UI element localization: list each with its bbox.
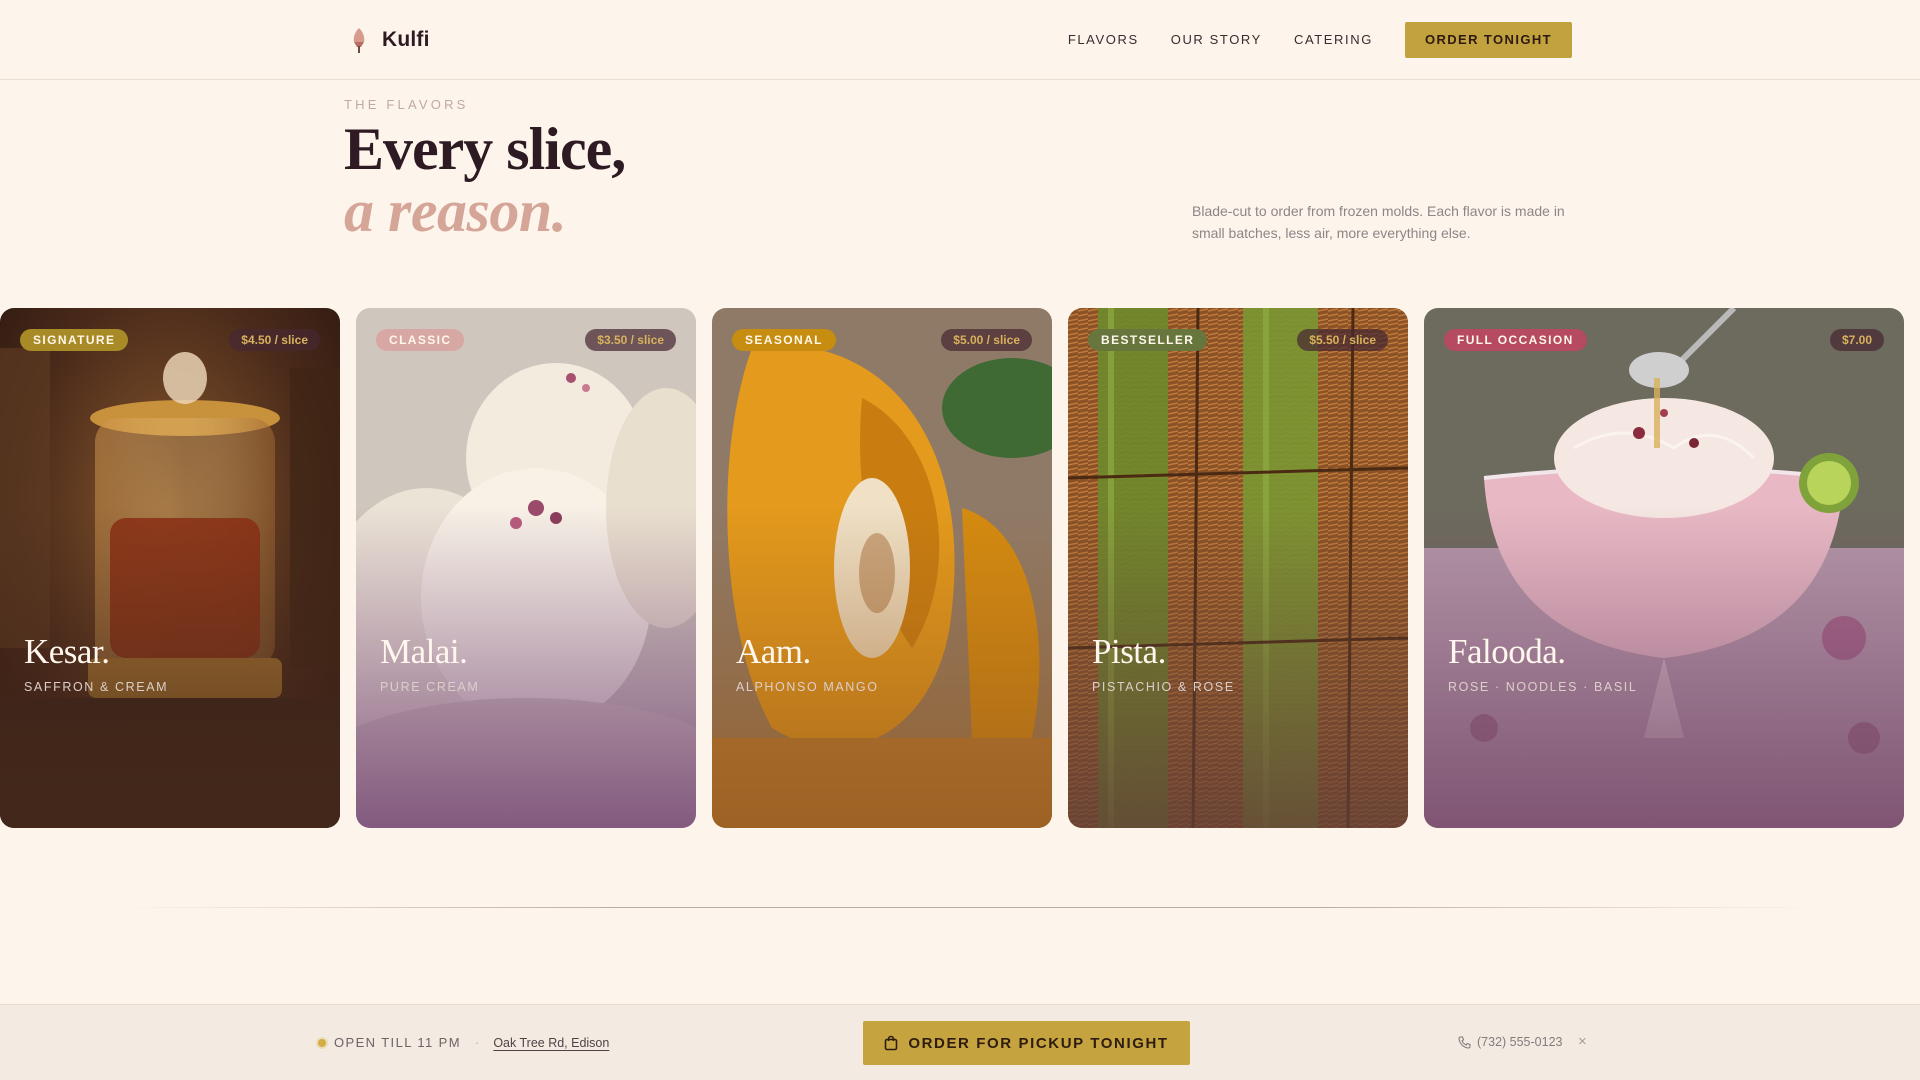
nav-our-story[interactable]: OUR STORY — [1171, 22, 1262, 58]
page-title: Every slice, a reason. — [344, 116, 626, 244]
main-nav: FLAVORS OUR STORY CATERING ORDER TONIGHT — [1068, 22, 1572, 58]
sticky-order-bar: OPEN TILL 11 PM · Oak Tree Rd, Edison OR… — [0, 1004, 1920, 1080]
flavor-subtitle: SAFFRON & CREAM — [24, 680, 169, 694]
headline-line-1: Every slice, — [344, 116, 626, 182]
price-badge: $7.00 — [1829, 329, 1884, 351]
phone-icon — [1458, 1035, 1471, 1049]
price-badge: $5.50 / slice — [1297, 329, 1388, 351]
section-eyebrow: THE FLAVORS — [344, 97, 469, 112]
flavor-card-kesar[interactable]: SIGNATURE $4.50 / slice Kesar. SAFFRON &… — [0, 308, 340, 828]
separator: · — [474, 1035, 480, 1050]
flavor-subtitle: PURE CREAM — [380, 680, 480, 694]
headline-line-2: a reason. — [344, 178, 567, 244]
flavor-title: Kesar. — [24, 632, 110, 671]
flavor-subtitle: ROSE · NOODLES · BASIL — [1448, 680, 1638, 694]
price-badge: $4.50 / slice — [229, 329, 320, 351]
order-pickup-label: ORDER FOR PICKUP TONIGHT — [908, 1034, 1169, 1052]
flavor-card-aam[interactable]: SEASONAL $5.00 / slice Aam. ALPHONSO MAN… — [712, 308, 1052, 828]
tag-full-occasion: FULL OCCASION — [1444, 329, 1587, 351]
flavor-title: Pista. — [1092, 632, 1166, 671]
kulfi-logo-icon — [353, 28, 365, 53]
phone-number: (732) 555-0123 — [1477, 1035, 1563, 1049]
flavor-title: Malai. — [380, 632, 468, 671]
price-badge: $3.50 / slice — [585, 329, 676, 351]
site-header: Kulfi FLAVORS OUR STORY CATERING ORDER T… — [0, 0, 1920, 80]
price-badge: $5.00 / slice — [941, 329, 1032, 351]
store-status: OPEN TILL 11 PM · Oak Tree Rd, Edison — [318, 1035, 609, 1050]
close-icon[interactable]: × — [1578, 1033, 1587, 1050]
tag-classic: CLASSIC — [376, 329, 465, 351]
nav-flavors[interactable]: FLAVORS — [1068, 22, 1139, 58]
tag-seasonal: SEASONAL — [732, 329, 836, 351]
open-status-dot-icon — [318, 1038, 326, 1047]
flavor-card-pista[interactable]: BESTSELLER $5.50 / slice Pista. PISTACHI… — [1068, 308, 1408, 828]
tag-bestseller: BESTSELLER — [1088, 329, 1208, 351]
nav-catering[interactable]: CATERING — [1294, 22, 1373, 58]
order-tonight-button[interactable]: ORDER TONIGHT — [1404, 22, 1572, 58]
address-link[interactable]: Oak Tree Rd, Edison — [493, 1036, 609, 1050]
shopping-bag-icon — [885, 1035, 898, 1051]
brand-name: Kulfi — [382, 28, 430, 51]
flavor-card-falooda[interactable]: FULL OCCASION $7.00 Falooda. ROSE · NOOD… — [1424, 308, 1904, 828]
flavor-subtitle: ALPHONSO MANGO — [736, 680, 879, 694]
order-pickup-button[interactable]: ORDER FOR PICKUP TONIGHT — [863, 1021, 1190, 1065]
flavor-subtitle: PISTACHIO & ROSE — [1092, 680, 1235, 694]
open-hours-text: OPEN TILL 11 PM — [334, 1035, 461, 1050]
flavor-title: Aam. — [736, 632, 811, 671]
intro-text: Blade-cut to order from frozen molds. Ea… — [1192, 203, 1565, 241]
flavor-card-malai[interactable]: CLASSIC $3.50 / slice Malai. PURE CREAM — [356, 308, 696, 828]
section-divider — [120, 907, 1820, 908]
brand[interactable]: Kulfi — [348, 26, 430, 54]
flavor-title: Falooda. — [1448, 632, 1566, 671]
tag-signature: SIGNATURE — [20, 329, 129, 351]
phone-link[interactable]: (732) 555-0123 — [1458, 1035, 1562, 1049]
